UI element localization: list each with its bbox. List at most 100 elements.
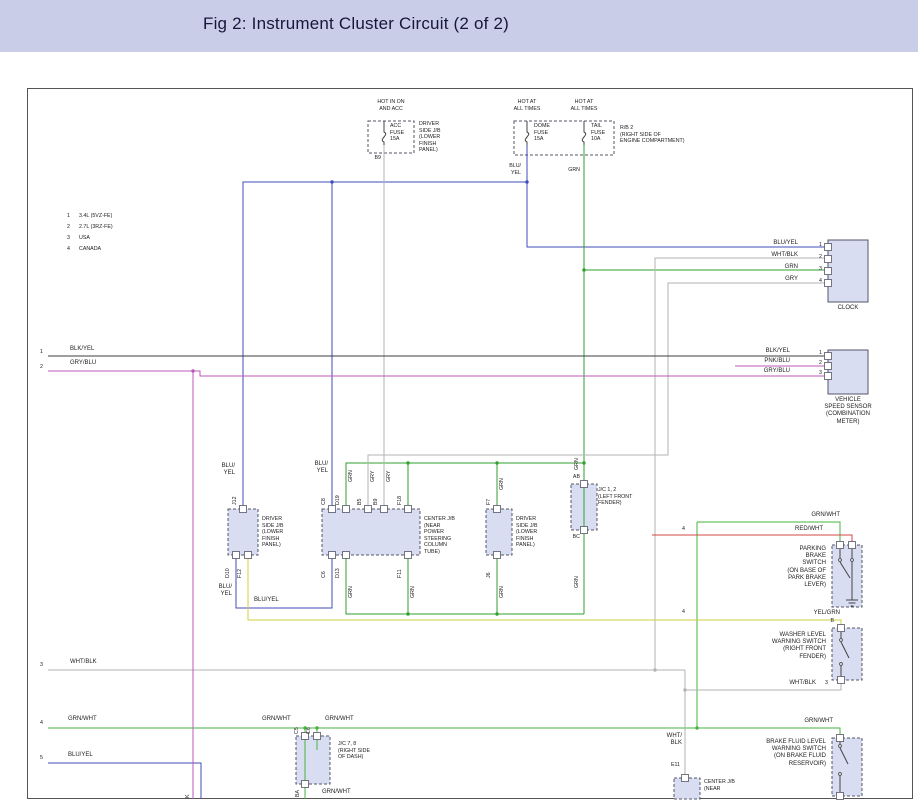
vss-wire-1: BLK/YEL (740, 348, 790, 355)
jb1-pin-bot1: D10 (226, 568, 232, 578)
wires-red-wht (652, 535, 852, 545)
cjb-pin-b9: B9 (374, 499, 380, 505)
jc12-pin-top: AB (566, 474, 580, 481)
jc12-pin-bot: BC (566, 534, 580, 541)
d19-wire-label: GRN (349, 470, 355, 482)
b5-wire-label: GRY (371, 471, 377, 482)
clock-wire-2: WHT/BLK (753, 252, 798, 259)
entry-5-num: 5 (40, 755, 43, 762)
hot-tail-label: HOT AT ALL TIMES (558, 99, 610, 112)
jc78-label: J/C 7, 8 (RIGHT SIDE OF DASH) (338, 741, 370, 761)
b9-wire-label: GRY (387, 471, 393, 482)
driver-jb2-box (486, 509, 512, 555)
legend-text: 2.7L (3RZ-FE) (79, 224, 113, 231)
wires-blu-yel (48, 145, 828, 799)
parking-brake-box (832, 545, 862, 607)
entry-2-num: 2 (40, 364, 43, 371)
jb1-label: DRIVER SIDE J/B (LOWER FINISH PANEL) (262, 516, 284, 549)
parking-tag: 4 (682, 526, 685, 533)
tail-wire-label: GRN (564, 167, 580, 174)
parking-wire1-label: GRN/WHT (798, 512, 840, 519)
washer-wire1-label: YEL/GRN (798, 610, 840, 617)
acc-jb-label: DRIVER SIDE J/B (LOWER FINISH PANEL) (419, 121, 441, 154)
d13-wire-label: GRN (349, 586, 355, 598)
acc-fuse-label: ACC FUSE 15A (390, 123, 404, 143)
f7-wire-label: GRN (500, 478, 506, 490)
legend-text: 3.4L (5VZ-FE) (79, 213, 112, 220)
j6-wire-label: GRN (500, 586, 506, 598)
parking-label: PARKING BRAKE SWITCH (ON BASE OF PARK BR… (774, 546, 826, 589)
clock-pin-2: 2 (810, 254, 822, 261)
jb1-right-wire-label: BLU/YEL (254, 597, 279, 604)
brake-fluid-box (832, 738, 862, 796)
vss-wire-2: PNK/BLU (740, 358, 790, 365)
entry-5-wire: BLU/YEL (68, 752, 93, 759)
wiring-canvas (0, 0, 918, 810)
jc78-pin-bot: BA (296, 790, 302, 797)
cjb-pin-c8: C8 (322, 498, 328, 505)
jc12-label: J/C 1, 2 (LEFT FRONT FENDER) (598, 487, 632, 507)
jc78-wire-left-label: GRN/WHT (262, 716, 291, 723)
legend-num: 4 (67, 246, 70, 253)
clock-wire-4: GRY (753, 276, 798, 283)
acc-pin-label: B9 (366, 155, 381, 162)
d10-wire-label: BLU/ YEL (214, 584, 232, 598)
jb2-label: DRIVER SIDE J/B (LOWER FINISH PANEL) (516, 516, 538, 549)
brake-wire2-label: WHT/ BLK (660, 733, 682, 747)
clock-pin-1: 1 (810, 242, 822, 249)
entry-3-num: 3 (40, 662, 43, 669)
cjb-pin-f11: F11 (398, 569, 404, 578)
dome-wire-label: BLU/ YEL (503, 163, 521, 176)
acc-fuse-icon (382, 121, 385, 145)
entry-4-wire: GRN/WHT (68, 716, 97, 723)
jc78-pin-top2: C6 (307, 727, 313, 734)
c8-wire-label: BLU/ YEL (310, 461, 328, 475)
tail-fuse-label: TAIL FUSE 10A (591, 123, 605, 143)
jc78-wire-right-label: GRN/WHT (325, 716, 354, 723)
cjb-pin-d13: D13 (336, 568, 342, 578)
hot-dome-label: HOT AT ALL TIMES (501, 99, 553, 112)
jc78-pin-top1: C5 (295, 727, 301, 734)
entry-2-wire: GRY/BLU (70, 360, 96, 367)
washer-pin-top: B (824, 618, 834, 625)
jb1-pin-bot2: F12 (238, 569, 244, 578)
parking-wire2-label: RED/WHT (778, 526, 823, 533)
jb2-pin-top: F7 (487, 499, 493, 505)
wires-yel-grn (248, 555, 841, 628)
jb1-pin-top: J12 (233, 496, 239, 505)
vss-pin-1: 1 (810, 350, 822, 357)
cjb-pin-c6: C6 (322, 571, 328, 578)
bc-wire-label: GRN (575, 576, 581, 588)
center-jb-bottom-label: CENTER J/B (NEAR (704, 779, 735, 792)
wires-gray (48, 145, 841, 778)
clock-pin-4: 4 (810, 278, 822, 285)
ab-wire-label: GRN (575, 458, 581, 470)
dome-fuse-label: DOME FUSE 15A (534, 123, 550, 143)
vss-box (828, 350, 868, 394)
tail-fuse-icon (582, 121, 585, 145)
vss-pin-3: 3 (810, 370, 822, 377)
wires-gry-blu (48, 366, 828, 799)
entry-3-wire: WHT/BLK (70, 659, 97, 666)
entry-4-num: 4 (40, 720, 43, 727)
washer-wire2-label: WHT/BLK (770, 680, 816, 687)
hot-acc-label: HOT IN ON AND ACC (363, 99, 419, 112)
driver-jb1-box (228, 509, 258, 555)
dome-fuse-icon (525, 121, 528, 145)
vss-wire-3: GRY/BLU (740, 368, 790, 375)
wires-grn-wht (48, 522, 840, 799)
cjb-pin-f18: F18 (398, 496, 404, 505)
jc78-box (296, 736, 330, 784)
j12-wire-label: BLU/ YEL (217, 463, 235, 477)
center-jb-box (322, 509, 420, 555)
clock-wire-1: BLU/YEL (753, 240, 798, 247)
cjb-pin-b5: B5 (358, 499, 364, 505)
clock-name: CLOCK (828, 305, 868, 312)
brake-label: BRAKE FLUID LEVEL WARNING SWITCH (ON BRA… (742, 739, 826, 768)
cjb-label: CENTER J/B (NEAR POWER STEERING COLUMN T… (424, 516, 455, 556)
legend-text: CANADA (79, 246, 101, 253)
washer-pin-bot: 3 (820, 680, 828, 687)
f11-wire-label: GRN (411, 586, 417, 598)
jc78-wire-bot-label: GRN/WHT (322, 789, 351, 796)
legend-text: USA (79, 235, 90, 242)
